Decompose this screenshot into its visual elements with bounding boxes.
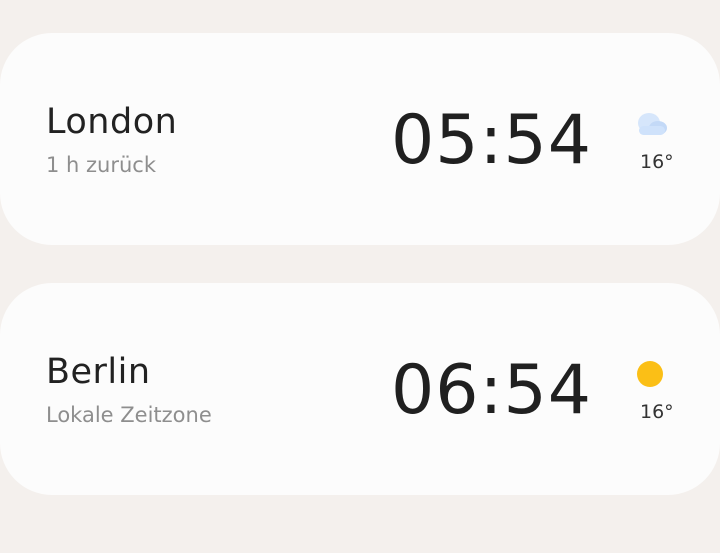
- city-time: 05:54: [391, 101, 592, 180]
- cloud-icon: [638, 113, 667, 135]
- world-clock-card-london[interactable]: London 1 h zurück 05:54 16°: [0, 33, 720, 245]
- sun-icon: [637, 361, 663, 387]
- city-name: London: [46, 102, 178, 142]
- time-offset-label: 1 h zurück: [46, 153, 157, 177]
- time-offset-label: Lokale Zeitzone: [46, 403, 212, 427]
- world-clock-card-berlin[interactable]: Berlin Lokale Zeitzone 06:54 16°: [0, 283, 720, 495]
- city-name: Berlin: [46, 352, 151, 392]
- city-time: 06:54: [391, 351, 592, 430]
- temperature-label: 16°: [640, 151, 674, 173]
- temperature-label: 16°: [640, 401, 674, 423]
